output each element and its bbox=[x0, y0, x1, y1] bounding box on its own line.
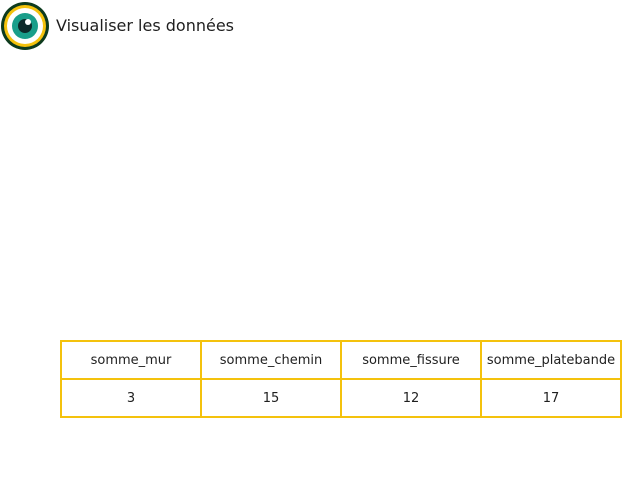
table-cell-somme-platebande: 17 bbox=[480, 378, 622, 418]
table-cell-somme-fissure: 12 bbox=[340, 378, 482, 418]
table-header-row: somme_mur somme_chemin somme_fissure som… bbox=[60, 340, 622, 380]
table-row: 3 15 12 17 bbox=[60, 378, 622, 418]
data-table: somme_mur somme_chemin somme_fissure som… bbox=[60, 340, 622, 418]
table-cell-somme-mur: 3 bbox=[60, 378, 202, 418]
eye-icon bbox=[1, 2, 49, 50]
page-title: Visualiser les données bbox=[56, 15, 235, 35]
column-header-somme-fissure: somme_fissure bbox=[340, 340, 482, 380]
app-header: Visualiser les données bbox=[0, 0, 234, 52]
table-cell-somme-chemin: 15 bbox=[200, 378, 342, 418]
column-header-somme-mur: somme_mur bbox=[60, 340, 202, 380]
column-header-somme-chemin: somme_chemin bbox=[200, 340, 342, 380]
data-table-container: somme_mur somme_chemin somme_fissure som… bbox=[60, 340, 622, 418]
column-header-somme-platebande: somme_platebande bbox=[480, 340, 622, 380]
